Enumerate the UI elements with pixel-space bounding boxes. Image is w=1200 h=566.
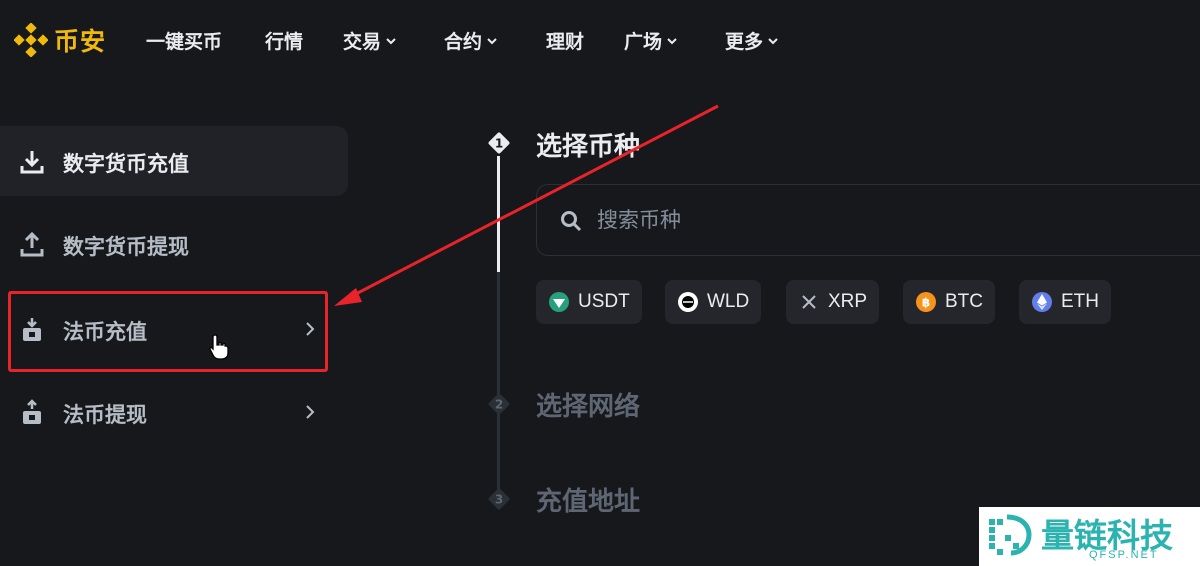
search-input[interactable]: [597, 203, 1157, 237]
search-icon: [561, 211, 582, 232]
watermark: 量链科技 QFSP.NET: [979, 507, 1200, 566]
step-1-badge: 1: [488, 132, 510, 154]
coin-search-box[interactable]: [536, 184, 1200, 256]
fiat-withdraw-icon: [23, 399, 41, 424]
watermark-logo-icon: [989, 514, 1032, 556]
nav-item-futures[interactable]: 合约: [444, 27, 498, 54]
brand-logo[interactable]: 币安: [14, 22, 106, 58]
chevron-down-icon: [768, 37, 778, 44]
nav-item-label: 更多: [725, 31, 764, 53]
chevron-right-icon: [306, 405, 315, 419]
xrp-icon: [802, 295, 816, 309]
sidebar-item-crypto-withdraw[interactable]: 数字货币提现: [0, 209, 348, 279]
nav-item-label: 合约: [444, 31, 483, 53]
chevron-down-icon: [667, 37, 677, 44]
step-2-badge: 2: [488, 393, 510, 415]
svg-text:฿: ฿: [922, 296, 930, 310]
nav-item-earn[interactable]: 理财: [546, 27, 584, 54]
nav-item-label: 行情: [265, 31, 304, 53]
coin-symbol: BTC: [945, 291, 983, 312]
nav-item-label: 一键买币: [146, 31, 223, 53]
coin-symbol: ETH: [1061, 291, 1099, 312]
nav-item-square[interactable]: 广场: [624, 27, 678, 54]
usdt-icon: [549, 292, 569, 312]
chevron-down-icon: [386, 37, 396, 44]
nav-item-label: 理财: [546, 31, 585, 53]
step-number: 1: [495, 137, 503, 151]
coin-chip-usdt[interactable]: USDT: [536, 280, 642, 324]
sidebar-item-label: 数字货币提现: [63, 235, 189, 259]
coin-chip-xrp[interactable]: XRP: [786, 280, 880, 324]
step-number: 3: [495, 493, 503, 507]
nav-item-buy-crypto[interactable]: 一键买币: [146, 27, 222, 54]
nav-item-markets[interactable]: 行情: [265, 27, 303, 54]
step-3-badge: 3: [488, 488, 510, 510]
coin-chip-eth[interactable]: ETH: [1019, 280, 1111, 324]
coin-chip-btc[interactable]: ฿ BTC: [903, 280, 995, 324]
step-progress-line-active: [497, 156, 500, 272]
chevron-down-icon: [487, 37, 497, 44]
watermark-domain: QFSP.NET: [1089, 549, 1159, 561]
coin-symbol: WLD: [707, 291, 750, 312]
sidebar-item-crypto-deposit[interactable]: 数字货币充值: [0, 126, 348, 196]
step-number: 2: [495, 398, 503, 412]
step-title-deposit-address: 充值地址: [536, 487, 641, 517]
sidebar-item-label: 法币提现: [63, 403, 147, 427]
nav-item-label: 广场: [624, 31, 663, 53]
binance-logo-icon: [14, 23, 48, 57]
btc-icon: ฿: [916, 292, 936, 312]
eth-icon: [1032, 292, 1052, 312]
wld-icon: [678, 292, 698, 312]
annotation-highlight-box: [8, 291, 328, 372]
nav-item-trade[interactable]: 交易: [343, 27, 397, 54]
nav-item-more[interactable]: 更多: [725, 27, 779, 54]
brand-name: 币安: [54, 27, 107, 56]
download-icon: [20, 151, 44, 174]
step-progress-line-inactive: [497, 272, 500, 494]
top-nav: 币安 一键买币 行情 交易 合约 理财 广场 更多: [0, 0, 1200, 82]
coin-chip-wld[interactable]: WLD: [665, 280, 762, 324]
nav-item-label: 交易: [343, 31, 382, 53]
coin-symbol: XRP: [828, 291, 868, 312]
hand-cursor-icon: [209, 334, 229, 360]
coin-symbol: USDT: [578, 291, 630, 312]
upload-icon: [20, 231, 44, 257]
step-title-select-coin: 选择币种: [536, 132, 641, 162]
sidebar-item-fiat-withdraw[interactable]: 法币提现: [0, 377, 348, 447]
step-title-select-network: 选择网络: [536, 392, 641, 422]
sidebar-item-label: 数字货币充值: [63, 152, 189, 176]
